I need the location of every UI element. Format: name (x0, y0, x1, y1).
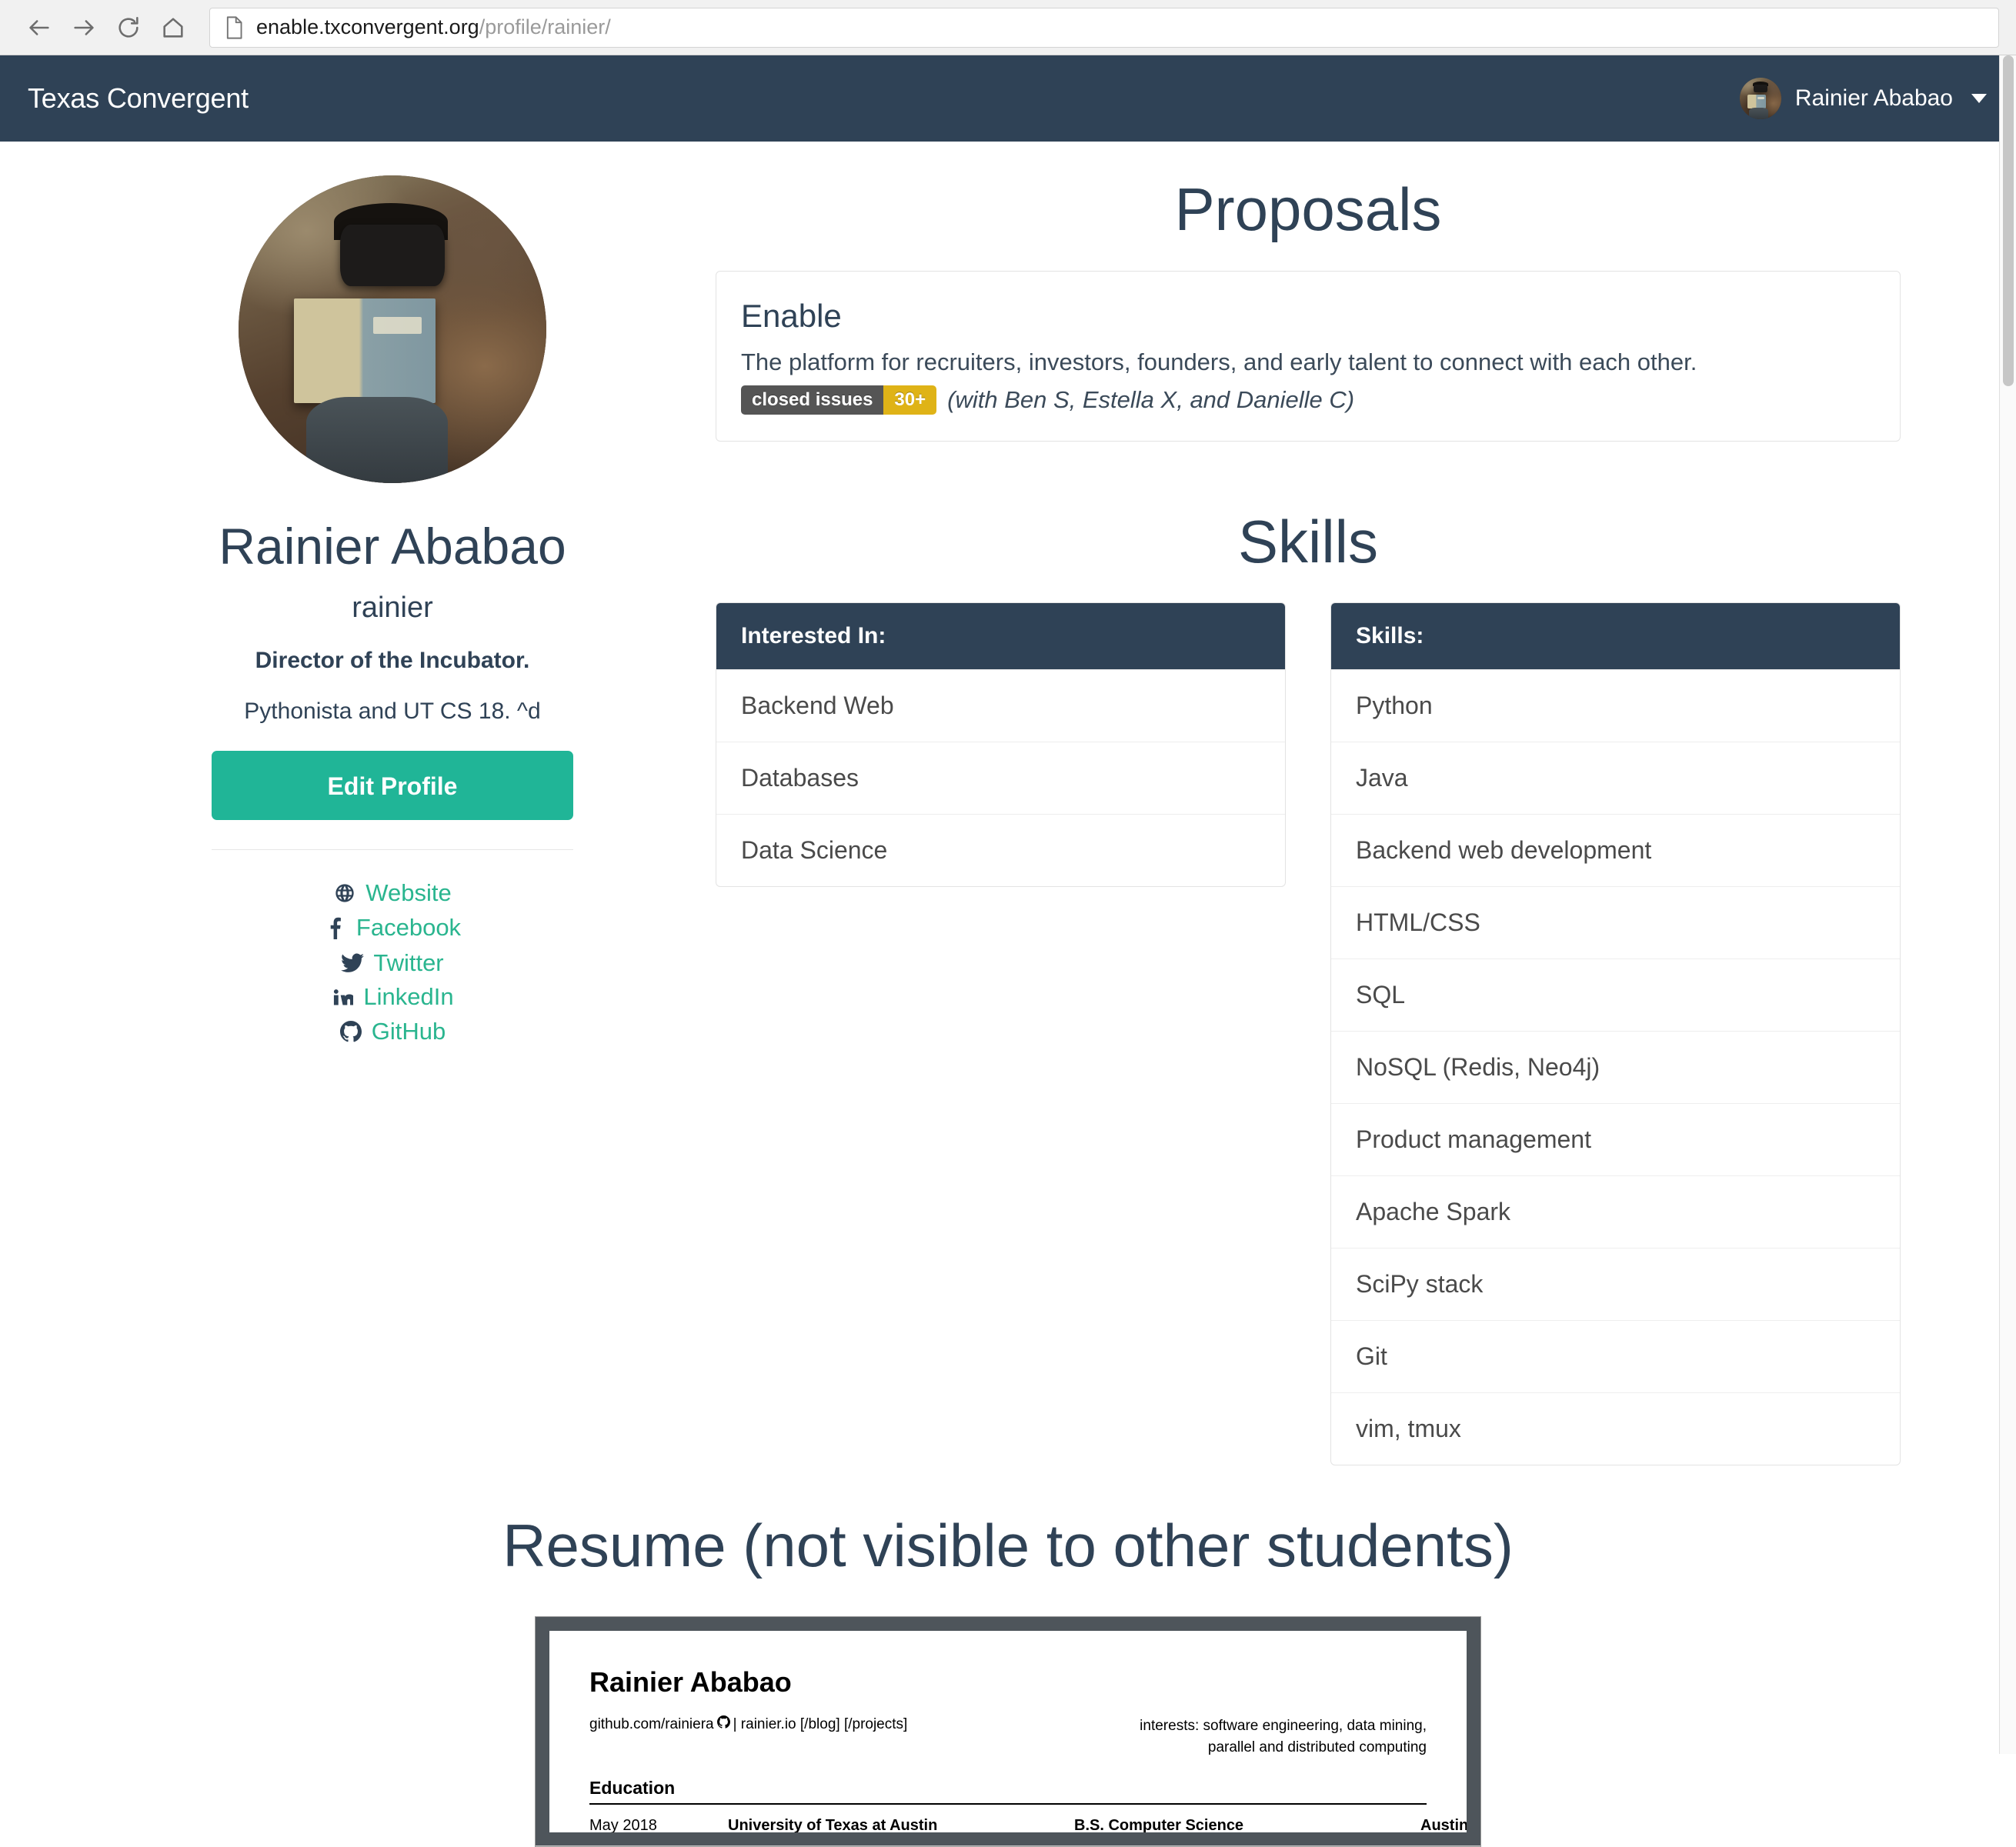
page-title-proposals: Proposals (1174, 175, 1442, 243)
table-row: Databases (716, 742, 1285, 814)
avatar (1739, 78, 1781, 119)
resume-interests-line-2: parallel and distributed computing (1207, 1739, 1427, 1755)
page-scrollbar[interactable] (1999, 55, 2016, 1754)
resume-name: Rainier Ababao (589, 1666, 792, 1699)
sidebar-divider (212, 848, 573, 850)
skills-table: Skills: Python Java Backend web developm… (1330, 602, 1901, 1466)
list-item: Facebook (115, 914, 669, 943)
table-row: Python (1331, 669, 1900, 742)
resume-interests-line-1: interests: software engineering, data mi… (1140, 1718, 1427, 1735)
forward-icon[interactable] (62, 5, 106, 50)
page-title-skills: Skills (1237, 507, 1378, 575)
resume-github-handle: github.com/rainiera (589, 1715, 714, 1732)
social-link-website[interactable]: Website (333, 878, 452, 907)
resume-contact-row: github.com/rainiera | rainier.io [/blog]… (589, 1715, 1427, 1758)
resume-section: Resume (not visible to other students) R… (0, 1512, 2016, 1847)
social-link-twitter[interactable]: Twitter (341, 949, 444, 977)
profile-title: Director of the Incubator. (255, 647, 530, 673)
resume-links: github.com/rainiera | rainier.io [/blog]… (589, 1715, 907, 1733)
table-row: Java (1331, 742, 1900, 814)
resume-interests: interests: software engineering, data mi… (1140, 1715, 1427, 1758)
profile-sidebar: Rainier Ababao rainier Director of the I… (92, 175, 693, 1052)
table-row: NoSQL (Redis, Neo4j) (1331, 1031, 1900, 1103)
table-row: Backend web development (1331, 814, 1900, 886)
resume-entry-role: B.S. Computer Science Minor: Biology (1074, 1817, 1420, 1832)
github-icon (716, 1715, 730, 1733)
edit-profile-button[interactable]: Edit Profile (212, 750, 573, 820)
scrollbar-thumb[interactable] (2003, 55, 2014, 386)
profile-username: rainier (352, 591, 433, 624)
table-header: Skills: (1331, 603, 1900, 670)
social-link-label: Twitter (373, 949, 444, 976)
globe-icon (333, 882, 356, 904)
linkedin-icon (331, 986, 354, 1008)
table-row: HTML/CSS (1331, 886, 1900, 959)
status-badge: closed issues 30+ (741, 385, 937, 415)
table-row: vim, tmux (1331, 1392, 1900, 1465)
divider (589, 1803, 1427, 1805)
profile-page: Rainier Ababao rainier Director of the I… (0, 142, 2016, 1847)
user-menu[interactable]: Rainier Ababao (1739, 78, 1987, 119)
profile-avatar (239, 175, 546, 483)
url-path: /profile/rainier/ (479, 15, 611, 38)
resume-pdf-viewer[interactable]: Rainier Ababao github.com/rainiera | rai… (535, 1616, 1481, 1847)
profile-name: Rainier Ababao (219, 518, 566, 575)
url-domain: enable.txconvergent.org (256, 15, 479, 38)
page-title-resume: Resume (not visible to other students) (502, 1512, 1514, 1580)
list-item: GitHub (115, 1018, 669, 1046)
user-menu-label: Rainier Ababao (1794, 85, 1953, 111)
proposal-card: Enable The platform for recruiters, inve… (716, 270, 1901, 442)
github-icon (339, 1020, 362, 1042)
resume-education-heading: Education (589, 1778, 676, 1799)
proposal-meta: closed issues 30+ (with Ben S, Estella X… (741, 385, 1874, 415)
table-header: Interested In: (716, 603, 1285, 670)
back-icon[interactable] (17, 5, 62, 50)
chevron-down-icon (1971, 94, 1987, 103)
status-badge-value: 30+ (883, 385, 937, 415)
resume-entry-role-title: B.S. Computer Science (1074, 1817, 1244, 1833)
social-link-linkedin[interactable]: LinkedIn (331, 982, 454, 1011)
skills-tables: Interested In: Backend Web Databases Dat… (716, 602, 1901, 1466)
table-row: Git (1331, 1320, 1900, 1392)
resume-education-entry: May 2018 University of Texas at Austin B… (589, 1817, 1467, 1833)
resume-entry-location: Austin, TX (1420, 1817, 1467, 1833)
address-bar[interactable]: enable.txconvergent.org/profile/rainier/ (209, 7, 1999, 48)
brand-logo[interactable]: Texas Convergent (28, 82, 249, 115)
table-row: Product management (1331, 1103, 1900, 1175)
status-badge-label: closed issues (741, 385, 884, 415)
social-link-label: GitHub (371, 1017, 446, 1045)
proposal-collaborators: (with Ben S, Estella X, and Danielle C) (947, 385, 1355, 413)
profile-main: Proposals Enable The platform for recrui… (693, 175, 1924, 1466)
social-link-label: LinkedIn (363, 982, 454, 1010)
browser-toolbar: enable.txconvergent.org/profile/rainier/ (0, 0, 2016, 55)
table-row: SciPy stack (1331, 1248, 1900, 1320)
site-navbar: Texas Convergent Rainier Ababao (0, 55, 2016, 142)
list-item: Twitter (115, 949, 669, 977)
facebook-icon (324, 916, 347, 939)
list-item: LinkedIn (115, 983, 669, 1012)
table-row: SQL (1331, 959, 1900, 1031)
reload-icon[interactable] (106, 5, 151, 50)
resume-entry-org: University of Texas at Austin (728, 1817, 938, 1833)
resume-site-links: | rainier.io [/blog] [/projects] (733, 1715, 908, 1732)
social-link-facebook[interactable]: Facebook (324, 914, 461, 942)
proposal-description: The platform for recruiters, investors, … (741, 348, 1697, 375)
social-link-github[interactable]: GitHub (339, 1018, 446, 1045)
profile-bio: Pythonista and UT CS 18. ^d (244, 698, 541, 724)
social-links: Website Facebook Twitter LinkedIn GitHub (115, 879, 669, 1046)
page-document-icon (224, 15, 244, 39)
twitter-icon (341, 953, 365, 973)
interested-in-table: Interested In: Backend Web Databases Dat… (716, 602, 1286, 888)
table-row: Backend Web (716, 669, 1285, 742)
home-icon[interactable] (151, 5, 195, 50)
table-row: Apache Spark (1331, 1175, 1900, 1248)
resume-entry-date: May 2018 (589, 1817, 657, 1833)
social-link-label: Facebook (355, 913, 462, 941)
table-row: Data Science (716, 814, 1285, 886)
list-item: Website (115, 879, 669, 908)
social-link-label: Website (365, 878, 452, 906)
resume-document: Rainier Ababao github.com/rainiera | rai… (549, 1631, 1467, 1833)
proposal-title: Enable (741, 297, 842, 334)
